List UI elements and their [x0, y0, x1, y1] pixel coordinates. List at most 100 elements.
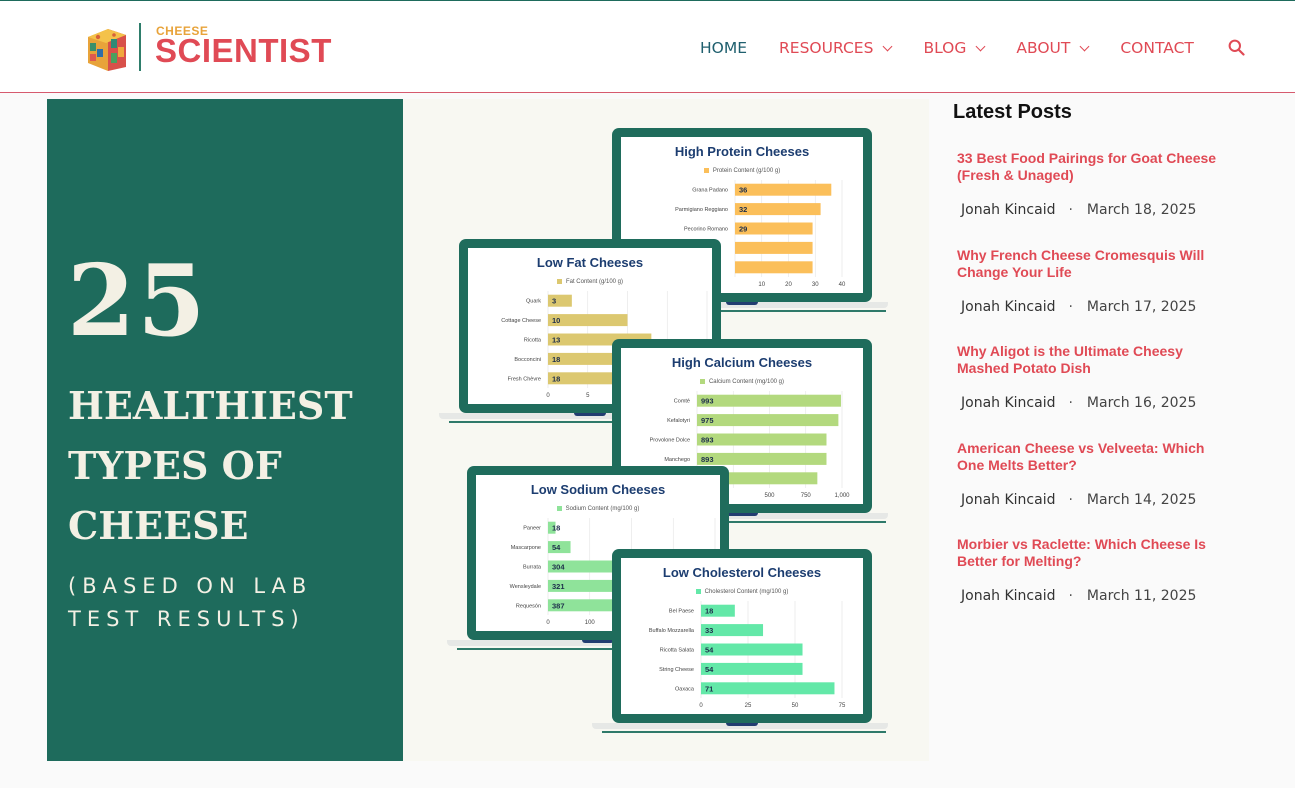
post-title-link[interactable]: Morbier vs Raclette: Which Cheese Is Bet… [957, 536, 1227, 570]
site-logo[interactable]: CHEESE SCIENTIST [84, 21, 344, 75]
post-author[interactable]: Jonah Kincaid [961, 299, 1055, 315]
category-label: Parmigiano Reggiano [675, 207, 728, 213]
laptop-screen: Low Cholesterol Cheeses Cholesterol Conte… [612, 549, 872, 723]
tick-label: 0 [546, 393, 550, 399]
bar-chart: 0 25 50 75 Bel Paese 18 Buffalo Mozzarella 33 Ri… [649, 601, 846, 709]
data-label: 36 [739, 186, 747, 195]
featured-image[interactable]: 25 HEALTHIEST TYPES OF CHEESE (BASED ON … [47, 99, 929, 761]
cheese-cube-icon [88, 29, 126, 71]
main-nav: HOME RESOURCES BLOG ABOUT CONTACT [700, 37, 1226, 59]
hero-title-line: CHEESE [68, 503, 249, 548]
post-author[interactable]: Jonah Kincaid [961, 202, 1055, 218]
hero-title-line: TYPES OF [68, 443, 282, 488]
hero-text-panel: 25 HEALTHIEST TYPES OF CHEESE (BASED ON … [47, 99, 403, 761]
site-header: CHEESE SCIENTIST HOME RESOURCES BLOG ABO… [0, 1, 1295, 93]
hero-subtitle-line: (BASED ON LAB [68, 574, 313, 598]
meta-separator: · [1068, 492, 1073, 508]
laptop-notch [726, 723, 758, 726]
chevron-down-icon [1079, 41, 1090, 51]
data-label: 18 [552, 524, 560, 533]
data-label: 32 [739, 205, 747, 214]
nav-resources[interactable]: RESOURCES [779, 39, 893, 57]
meta-separator: · [1068, 395, 1073, 411]
category-label: Bel Paese [669, 609, 694, 615]
data-label: 304 [552, 563, 565, 572]
bar [697, 452, 827, 465]
nav-home[interactable]: HOME [700, 39, 747, 57]
data-label: 3 [552, 297, 556, 306]
data-label: 993 [701, 397, 714, 406]
meta-separator: · [1068, 202, 1073, 218]
data-label: 54 [705, 646, 714, 655]
hero-title-line: HEALTHIEST [68, 383, 353, 428]
nav-about[interactable]: ABOUT [1016, 39, 1090, 57]
post-meta: Jonah Kincaid · March 17, 2025 [961, 299, 1196, 315]
post-author[interactable]: Jonah Kincaid [961, 492, 1055, 508]
nav-blog[interactable]: BLOG [923, 39, 986, 57]
category-label: Cottage Cheese [501, 318, 541, 324]
tick-label: 75 [839, 703, 846, 709]
category-label: Quark [526, 299, 541, 305]
post-title-link[interactable]: Why French Cheese Cromesquis Will Change… [957, 247, 1227, 281]
category-label: Fresh Chèvre [508, 376, 541, 382]
category-label: Provolone Dolce [650, 438, 690, 444]
hero-subtitle-line: TEST RESULTS) [68, 607, 305, 631]
post-title-link[interactable]: Why Aligot is the Ultimate Cheesy Mashed… [957, 343, 1227, 377]
nav-resources-label: RESOURCES [779, 39, 874, 57]
category-label: Mascarpone [511, 545, 541, 551]
bar [701, 662, 803, 675]
post-item: 33 Best Food Pairings for Goat Cheese (F… [957, 150, 1227, 218]
bar [697, 394, 841, 407]
tick-label: 0 [546, 620, 550, 626]
category-label: String Cheese [659, 667, 694, 673]
bar [701, 643, 803, 656]
category-label: Grana Padano [692, 188, 728, 194]
category-label: Manchego [664, 457, 690, 463]
nav-contact[interactable]: CONTACT [1120, 39, 1194, 57]
tick-label: 40 [839, 282, 846, 288]
bar [735, 203, 821, 216]
tick-label: 25 [745, 703, 752, 709]
logo-wordmark: SCIENTIST [155, 32, 332, 69]
laptop-notch [574, 413, 606, 416]
category-label: Pecorino Romano [684, 227, 728, 233]
post-meta: Jonah Kincaid · March 16, 2025 [961, 395, 1196, 411]
post-item: Morbier vs Raclette: Which Cheese Is Bet… [957, 536, 1227, 604]
category-label: Ricotta Salata [660, 648, 695, 654]
post-date: March 11, 2025 [1086, 588, 1197, 604]
post-meta: Jonah Kincaid · March 14, 2025 [961, 492, 1196, 508]
category-label: Ricotta [524, 338, 542, 344]
post-date: March 14, 2025 [1086, 492, 1197, 508]
chart-panel: Low Cholesterol Cheeses Cholesterol Conte… [621, 558, 863, 714]
category-label: Comté [674, 399, 690, 405]
chevron-down-icon [975, 41, 986, 51]
laptop-notch [582, 640, 614, 643]
nav-home-label: HOME [700, 39, 748, 57]
search-icon[interactable] [1228, 39, 1245, 56]
laptop-chart: Low Cholesterol Cheeses Cholesterol Conte… [592, 549, 912, 737]
bar [701, 682, 835, 695]
data-label: 54 [705, 665, 714, 674]
data-label: 321 [552, 582, 565, 591]
bar [735, 183, 832, 196]
category-label: Oaxaca [675, 686, 695, 692]
post-meta: Jonah Kincaid · March 11, 2025 [961, 588, 1196, 604]
post-author[interactable]: Jonah Kincaid [961, 588, 1055, 604]
nav-about-label: ABOUT [1016, 39, 1071, 57]
bar [697, 414, 839, 427]
data-label: 10 [552, 316, 560, 325]
data-label: 18 [705, 607, 713, 616]
post-author[interactable]: Jonah Kincaid [961, 395, 1055, 411]
data-label: 13 [552, 336, 560, 345]
post-title-link[interactable]: American Cheese vs Velveeta: Which One M… [957, 440, 1227, 474]
data-label: 54 [552, 543, 561, 552]
post-date: March 16, 2025 [1086, 395, 1197, 411]
data-label: 71 [705, 684, 713, 693]
post-title-link[interactable]: 33 Best Food Pairings for Goat Cheese (F… [957, 150, 1227, 184]
tick-label: 1,000 [834, 493, 850, 499]
post-date: March 17, 2025 [1086, 299, 1197, 315]
tick-label: 5 [586, 393, 590, 399]
category-label: Kefalotyri [667, 418, 690, 424]
tick-label: 30 [812, 282, 819, 288]
post-item: American Cheese vs Velveeta: Which One M… [957, 440, 1227, 508]
